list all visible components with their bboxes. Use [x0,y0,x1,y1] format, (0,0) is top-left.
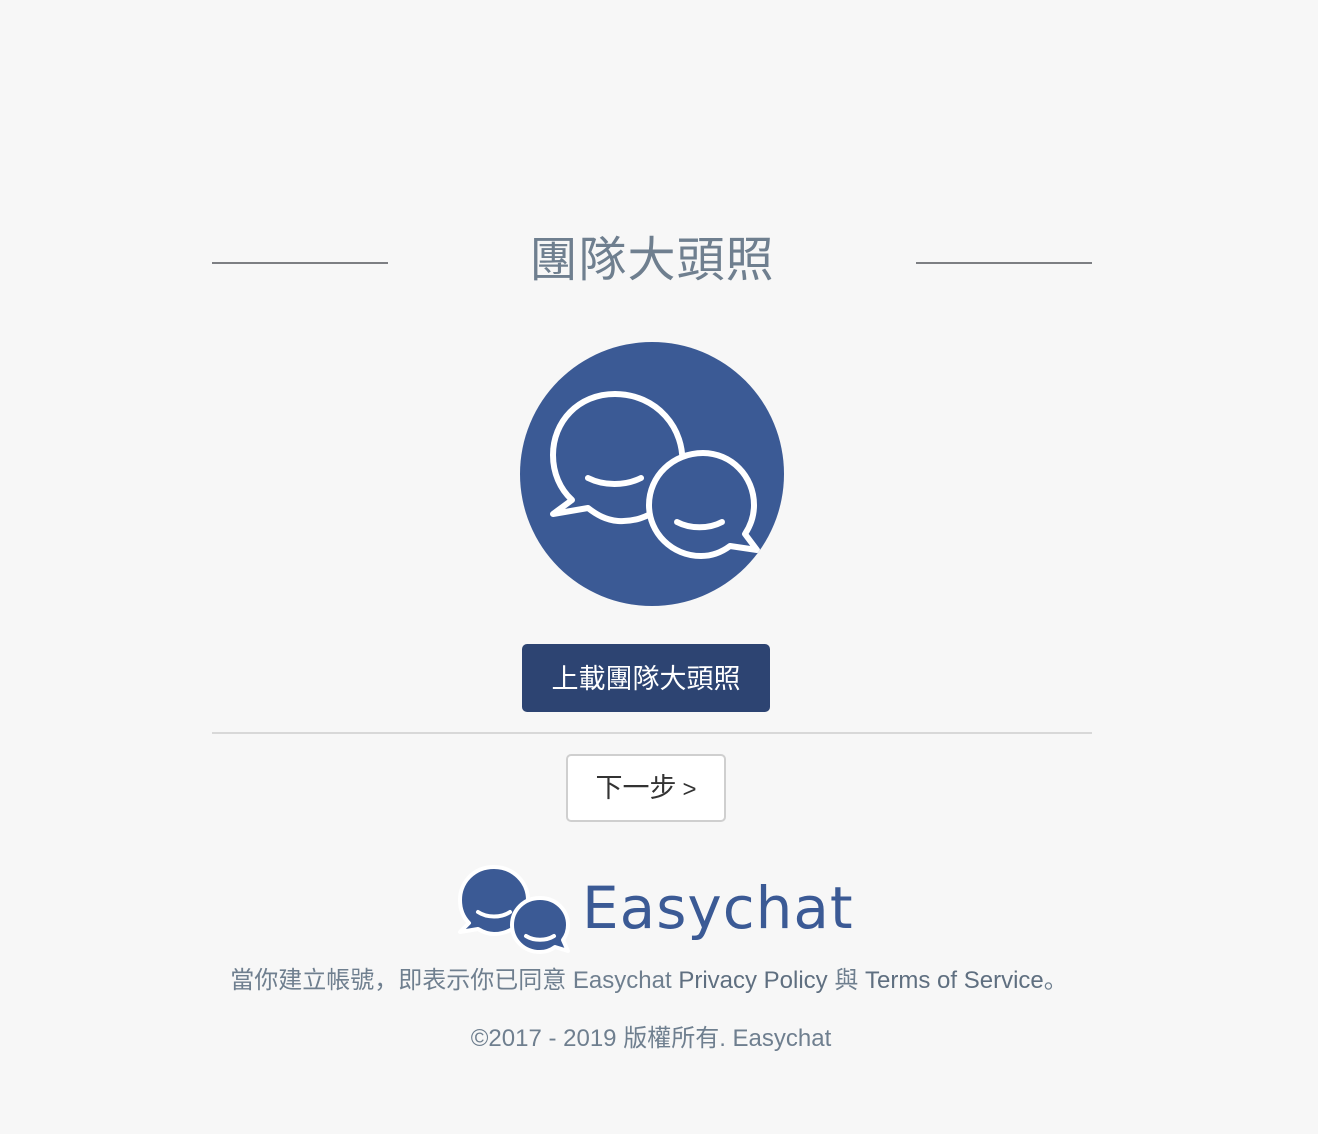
terms-of-service-link[interactable]: Terms of Service [865,967,1044,994]
privacy-policy-link[interactable]: Privacy Policy [678,967,827,994]
brand-logo: Easychat [456,862,856,958]
easychat-logo-icon [458,865,570,954]
page-title: 團隊大頭照 [529,234,775,287]
copyright: ©2017 - 2019 版權所有. Easychat [470,1025,832,1052]
next-step-button[interactable]: 下一步 > [566,754,726,822]
chevron-right-icon: > [682,776,697,803]
upload-avatar-button[interactable]: 上載團隊大頭照 [522,644,770,712]
section-divider [212,732,1092,734]
terms-notice: 當你建立帳號，即表示你已同意 Easychat Privacy Policy 與… [0,962,1298,1000]
next-step-label: 下一步 [595,773,677,803]
terms-suffix: 。 [1043,967,1068,994]
brand-name: Easychat [582,874,854,942]
title-divider-right [916,262,1092,264]
title-row: 團隊大頭照 [212,228,1092,298]
team-avatar [520,342,784,606]
chat-bubbles-icon [550,391,760,559]
terms-prefix: 當你建立帳號，即表示你已同意 Easychat [230,967,679,994]
team-avatar-page: 團隊大頭照 上載團隊大頭照 下一步 > Easychat 當你建立帳號，即表示你… [0,0,1318,1134]
terms-middle: 與 [827,967,866,994]
